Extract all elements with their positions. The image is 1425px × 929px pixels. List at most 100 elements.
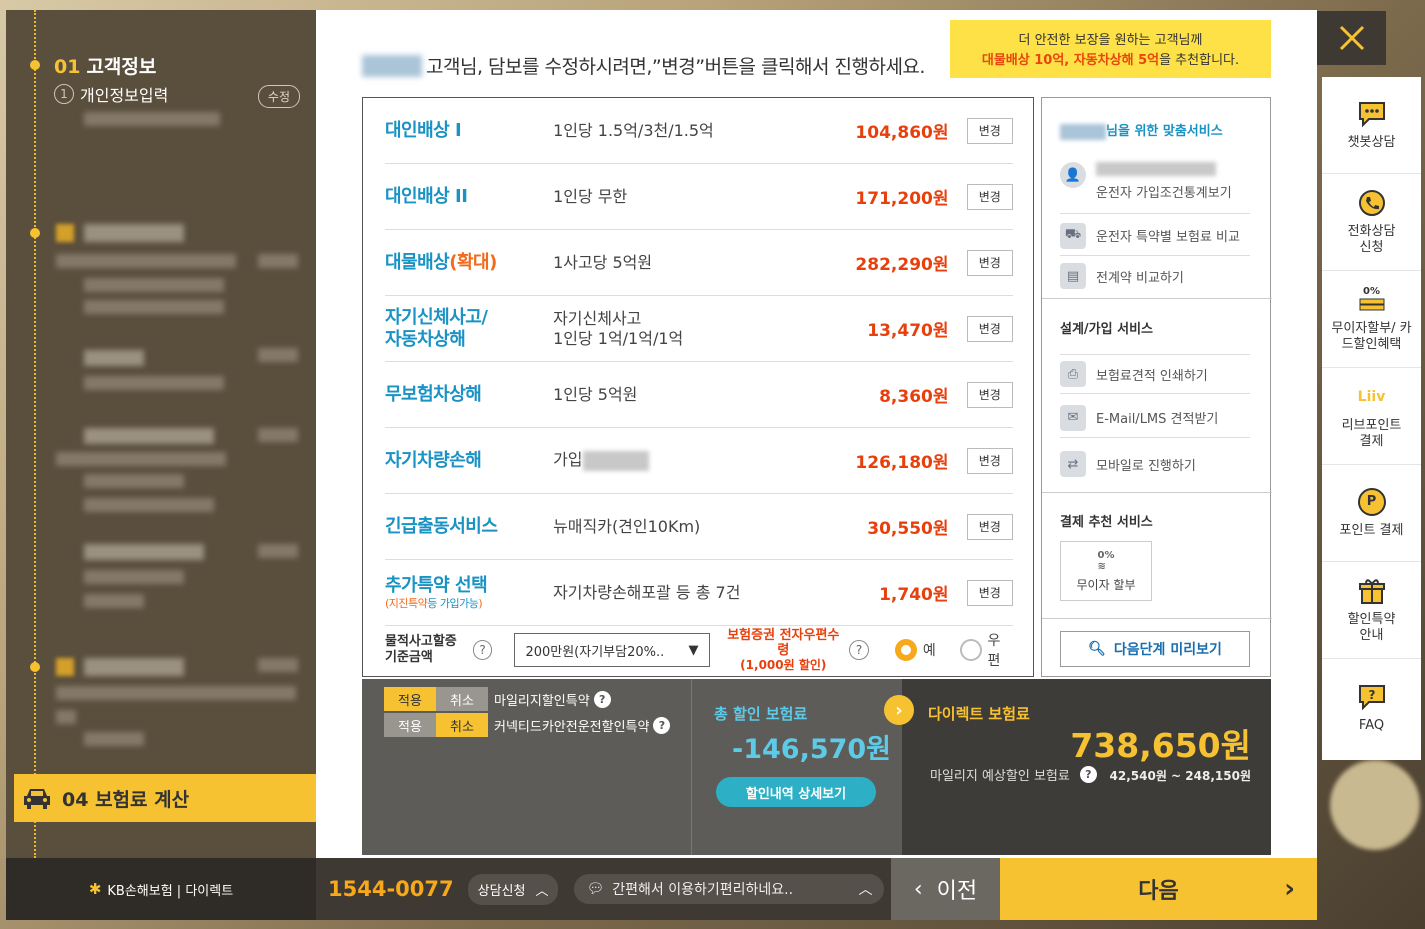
rail-label: 전화상담 신청 (1347, 224, 1396, 255)
driver-stats-link[interactable]: 👤 운전자 가입조건통계보기 (1060, 156, 1250, 214)
change-button[interactable]: 변경 (966, 381, 1013, 408)
accident-threshold-select[interactable]: 200만원(자기부담20%.. ▼ (514, 633, 710, 667)
prev-button[interactable]: ‹ 이전 (891, 858, 1000, 920)
connected-discount-label: 커넥티드카안전운전할인특약 (494, 719, 650, 735)
custom-service-title-text: 님을 위한 맞춤서비스 (1106, 124, 1223, 139)
coverage-row: 추가특약 선택 (지진특약등 가입가능) 자기차량손해포괄 등 총 7건 1,7… (385, 560, 1013, 626)
radio-mail[interactable] (959, 639, 982, 661)
coverage-name: 자기차량손해 (385, 449, 482, 471)
coverage-price: 282,290원 (855, 255, 949, 275)
redacted-text (84, 278, 224, 292)
close-button[interactable] (1317, 11, 1386, 65)
coverage-price: 171,200원 (855, 189, 949, 209)
redacted-text (84, 428, 214, 444)
coverage-row: 대물배상(확대) 1사고당 5억원 282,290원 변경 (385, 230, 1013, 296)
background-blur (1330, 760, 1420, 850)
change-button[interactable]: 변경 (966, 183, 1013, 210)
step1-title: 01 고객정보 (54, 52, 156, 79)
rail-phone-consult[interactable]: 전화상담 신청 (1322, 174, 1421, 271)
help-icon[interactable]: ? (849, 640, 869, 660)
step1-label: 고객정보 (86, 56, 157, 78)
help-icon[interactable]: ? (593, 690, 611, 708)
consult-request-button[interactable]: 상담신청 ︿ (467, 873, 559, 905)
rail-badge: P (1357, 488, 1386, 516)
recommendation-banner: 더 안전한 보장을 원하는 고객님께 대물배상 10억, 자동차상해 5억을 추… (950, 20, 1271, 78)
coverage-desc: 1사고당 5억원 (553, 252, 653, 272)
rail-card-benefit[interactable]: 0% 무이자할부/ 카드할인혜택 (1322, 271, 1421, 368)
preview-next-step-button[interactable]: 🔍︎ 다음단계 미리보기 (1060, 631, 1250, 667)
kb-logo: ✱ KB손해보험 | 다이렉트 (6, 858, 316, 920)
no-interest-button[interactable]: 0% ≋ 무이자 할부 (1060, 541, 1152, 601)
email-quote-link[interactable]: ✉ E-Mail/LMS 견적받기 (1060, 398, 1250, 438)
coverage-desc: 자기차량손해포괄 등 총 7건 (553, 582, 741, 602)
discount-detail-button[interactable]: 할인내역 상세보기 (716, 777, 876, 807)
prev-contract-link[interactable]: ▤ 전계약 비교하기 (1060, 256, 1250, 296)
prev-contract-text: 전계약 비교하기 (1096, 270, 1184, 286)
bottom-bar: ✱ KB손해보험 | 다이렉트 1544-0077 상담신청 ︿ 💬︎ 간편해서… (6, 858, 1317, 920)
rider-compare-link[interactable]: ⛟ 운전자 특약별 보험료 비교 (1060, 216, 1250, 256)
help-icon[interactable]: ? (653, 716, 671, 734)
document-icon: ▤ (1060, 263, 1086, 289)
rail-point-pay[interactable]: P 포인트 결제 (1322, 465, 1421, 562)
help-icon[interactable]: ? (472, 640, 493, 660)
redacted-text (582, 450, 649, 471)
next-button[interactable]: 다음 › (1000, 858, 1317, 920)
change-button[interactable]: 변경 (966, 249, 1013, 276)
change-button[interactable]: 변경 (966, 315, 1013, 342)
redacted-text (84, 498, 214, 512)
coverage-name-main: 추가특약 선택 (385, 574, 488, 596)
email-quote-text: E-Mail/LMS 견적받기 (1096, 412, 1219, 427)
card-icon: 0% (1357, 285, 1387, 315)
apply-button[interactable]: 적용 (384, 713, 436, 737)
change-button[interactable]: 변경 (966, 513, 1013, 540)
coverage-name-line1: 자기신체사고/ (385, 306, 488, 328)
radio-yes[interactable] (894, 639, 917, 661)
change-button[interactable]: 변경 (966, 579, 1013, 606)
redacted-text (56, 254, 236, 268)
direct-premium-value: 738,650원 (1070, 726, 1251, 765)
coverage-name: 대인배상 I (385, 119, 462, 141)
change-button[interactable]: 변경 (966, 447, 1013, 474)
coverage-row: 대인배상 II 1인당 무한 171,200원 변경 (385, 164, 1013, 230)
discount-summary: 적용 취소 마일리지할인특약 ? 적용 취소 커넥티드카안전운전할인특약 ? 총… (362, 679, 1271, 855)
coverage-desc: 1인당 5억원 (553, 384, 638, 404)
edit-button[interactable]: 수정 (257, 85, 300, 108)
redacted-name (1060, 123, 1106, 140)
print-quote-link[interactable]: ⎙ 보험료견적 인쇄하기 (1060, 354, 1250, 394)
chevron-right-icon: › (1284, 874, 1295, 904)
coverage-desc-text: 가입 (553, 450, 583, 470)
coverage-name-line2: 자동차상해 (385, 328, 466, 350)
consult-label: 상담신청 (477, 883, 526, 899)
delivery-radio-group: 예 우편 (894, 630, 1013, 670)
mileage-estimate-range: 42,540원 ~ 248,150원 (1109, 769, 1251, 783)
card-stack-icon: 0% ≋ (1097, 549, 1115, 572)
speech-bubble-icon: 💬︎ (586, 881, 605, 897)
printer-icon: ⎙ (1060, 361, 1086, 387)
cancel-button[interactable]: 취소 (436, 687, 488, 711)
rail-chatbot[interactable]: 챗봇상담 (1322, 77, 1421, 174)
rail-liiv-point[interactable]: Liiv 리브포인트 결제 (1322, 368, 1421, 465)
rail-faq[interactable]: ? FAQ (1322, 659, 1421, 756)
help-icon[interactable]: ? (1079, 766, 1097, 783)
redacted-text (84, 350, 144, 366)
redacted-text (84, 300, 224, 314)
change-button[interactable]: 변경 (966, 117, 1013, 144)
apply-button[interactable]: 적용 (384, 687, 436, 711)
redacted-text (84, 224, 184, 242)
next-label: 다음 (1138, 879, 1179, 904)
sub-step-personal-info[interactable]: 1 개인정보입력 (54, 82, 168, 106)
coverage-desc-line1: 자기신체사고 (553, 308, 642, 328)
coverage-row: 자기신체사고/자동차상해 자기신체사고 1인당 1억/1억/1억 13,470원 … (385, 296, 1013, 362)
chat-review-ticker[interactable]: 💬︎ 간편해서 이용하기편리하네요.. ︿ (574, 874, 885, 904)
step1-number: 01 (54, 56, 81, 78)
mobile-icon: ⇄ (1060, 451, 1086, 477)
redacted-text (258, 254, 298, 268)
chatbot-icon (1357, 99, 1387, 129)
custom-service-title: 님을 위한 맞춤서비스 (1060, 120, 1223, 140)
rail-discount-guide[interactable]: 할인특약 안내 (1322, 562, 1421, 659)
print-quote-text: 보험료견적 인쇄하기 (1096, 368, 1208, 384)
cancel-button[interactable]: 취소 (436, 713, 488, 737)
mobile-link[interactable]: ⇄ 모바일로 진행하기 (1060, 444, 1250, 484)
kb-star-icon: ✱ (88, 880, 102, 898)
car-icon (22, 785, 52, 811)
